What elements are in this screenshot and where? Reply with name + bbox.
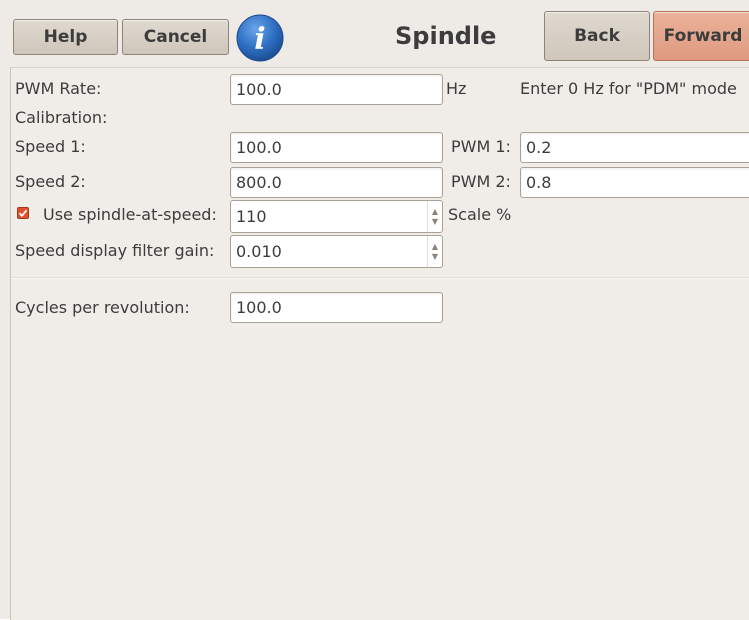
filter-gain-value: 0.010 xyxy=(236,242,282,261)
spindle-at-speed-label[interactable]: Use spindle-at-speed: xyxy=(43,205,217,225)
pdm-mode-hint: Enter 0 Hz for "PDM" mode xyxy=(520,79,737,98)
pwm-rate-field[interactable]: 100.0 xyxy=(230,74,443,105)
info-glyph: i xyxy=(254,22,265,57)
pwm1-field[interactable]: 0.2 xyxy=(520,132,749,163)
cycles-field[interactable]: 100.0 xyxy=(230,292,443,323)
speed1-field[interactable]: 100.0 xyxy=(230,132,443,163)
scale-unit: Scale % xyxy=(448,205,512,224)
back-button[interactable]: Back xyxy=(544,11,650,61)
cycles-label: Cycles per revolution: xyxy=(15,298,190,317)
speed2-label: Speed 2: xyxy=(15,172,86,191)
calibration-label: Calibration: xyxy=(15,108,108,127)
section-divider xyxy=(11,277,749,279)
checkmark-icon xyxy=(18,209,28,218)
info-icon[interactable]: i xyxy=(235,13,285,63)
speed1-label: Speed 1: xyxy=(15,137,86,156)
pwm-rate-unit: Hz xyxy=(446,79,467,98)
filter-gain-stepper[interactable]: ▲ ▼ xyxy=(427,236,442,267)
pwm-rate-label: PWM Rate: xyxy=(15,79,102,98)
cancel-button[interactable]: Cancel xyxy=(122,19,229,55)
spindle-at-speed-checkbox[interactable] xyxy=(17,207,29,219)
scale-value: 110 xyxy=(236,207,267,226)
pwm2-label: PWM 2: xyxy=(451,172,511,191)
help-button[interactable]: Help xyxy=(13,19,118,55)
filter-gain-spinbox[interactable]: 0.010 ▲ ▼ xyxy=(230,235,443,268)
speed2-field[interactable]: 800.0 xyxy=(230,167,443,198)
stepper-down-icon[interactable]: ▼ xyxy=(432,252,438,262)
stepper-up-icon[interactable]: ▲ xyxy=(432,207,438,217)
forward-button[interactable]: Forward xyxy=(653,11,749,61)
pwm2-field[interactable]: 0.8 xyxy=(520,167,749,198)
scale-spinbox[interactable]: 110 ▲ ▼ xyxy=(230,200,443,233)
scale-stepper[interactable]: ▲ ▼ xyxy=(427,201,442,232)
filter-gain-label: Speed display filter gain: xyxy=(15,241,215,260)
stepper-down-icon[interactable]: ▼ xyxy=(432,217,438,227)
page-title: Spindle xyxy=(395,22,497,50)
pwm1-label: PWM 1: xyxy=(451,137,511,156)
stepper-up-icon[interactable]: ▲ xyxy=(432,242,438,252)
